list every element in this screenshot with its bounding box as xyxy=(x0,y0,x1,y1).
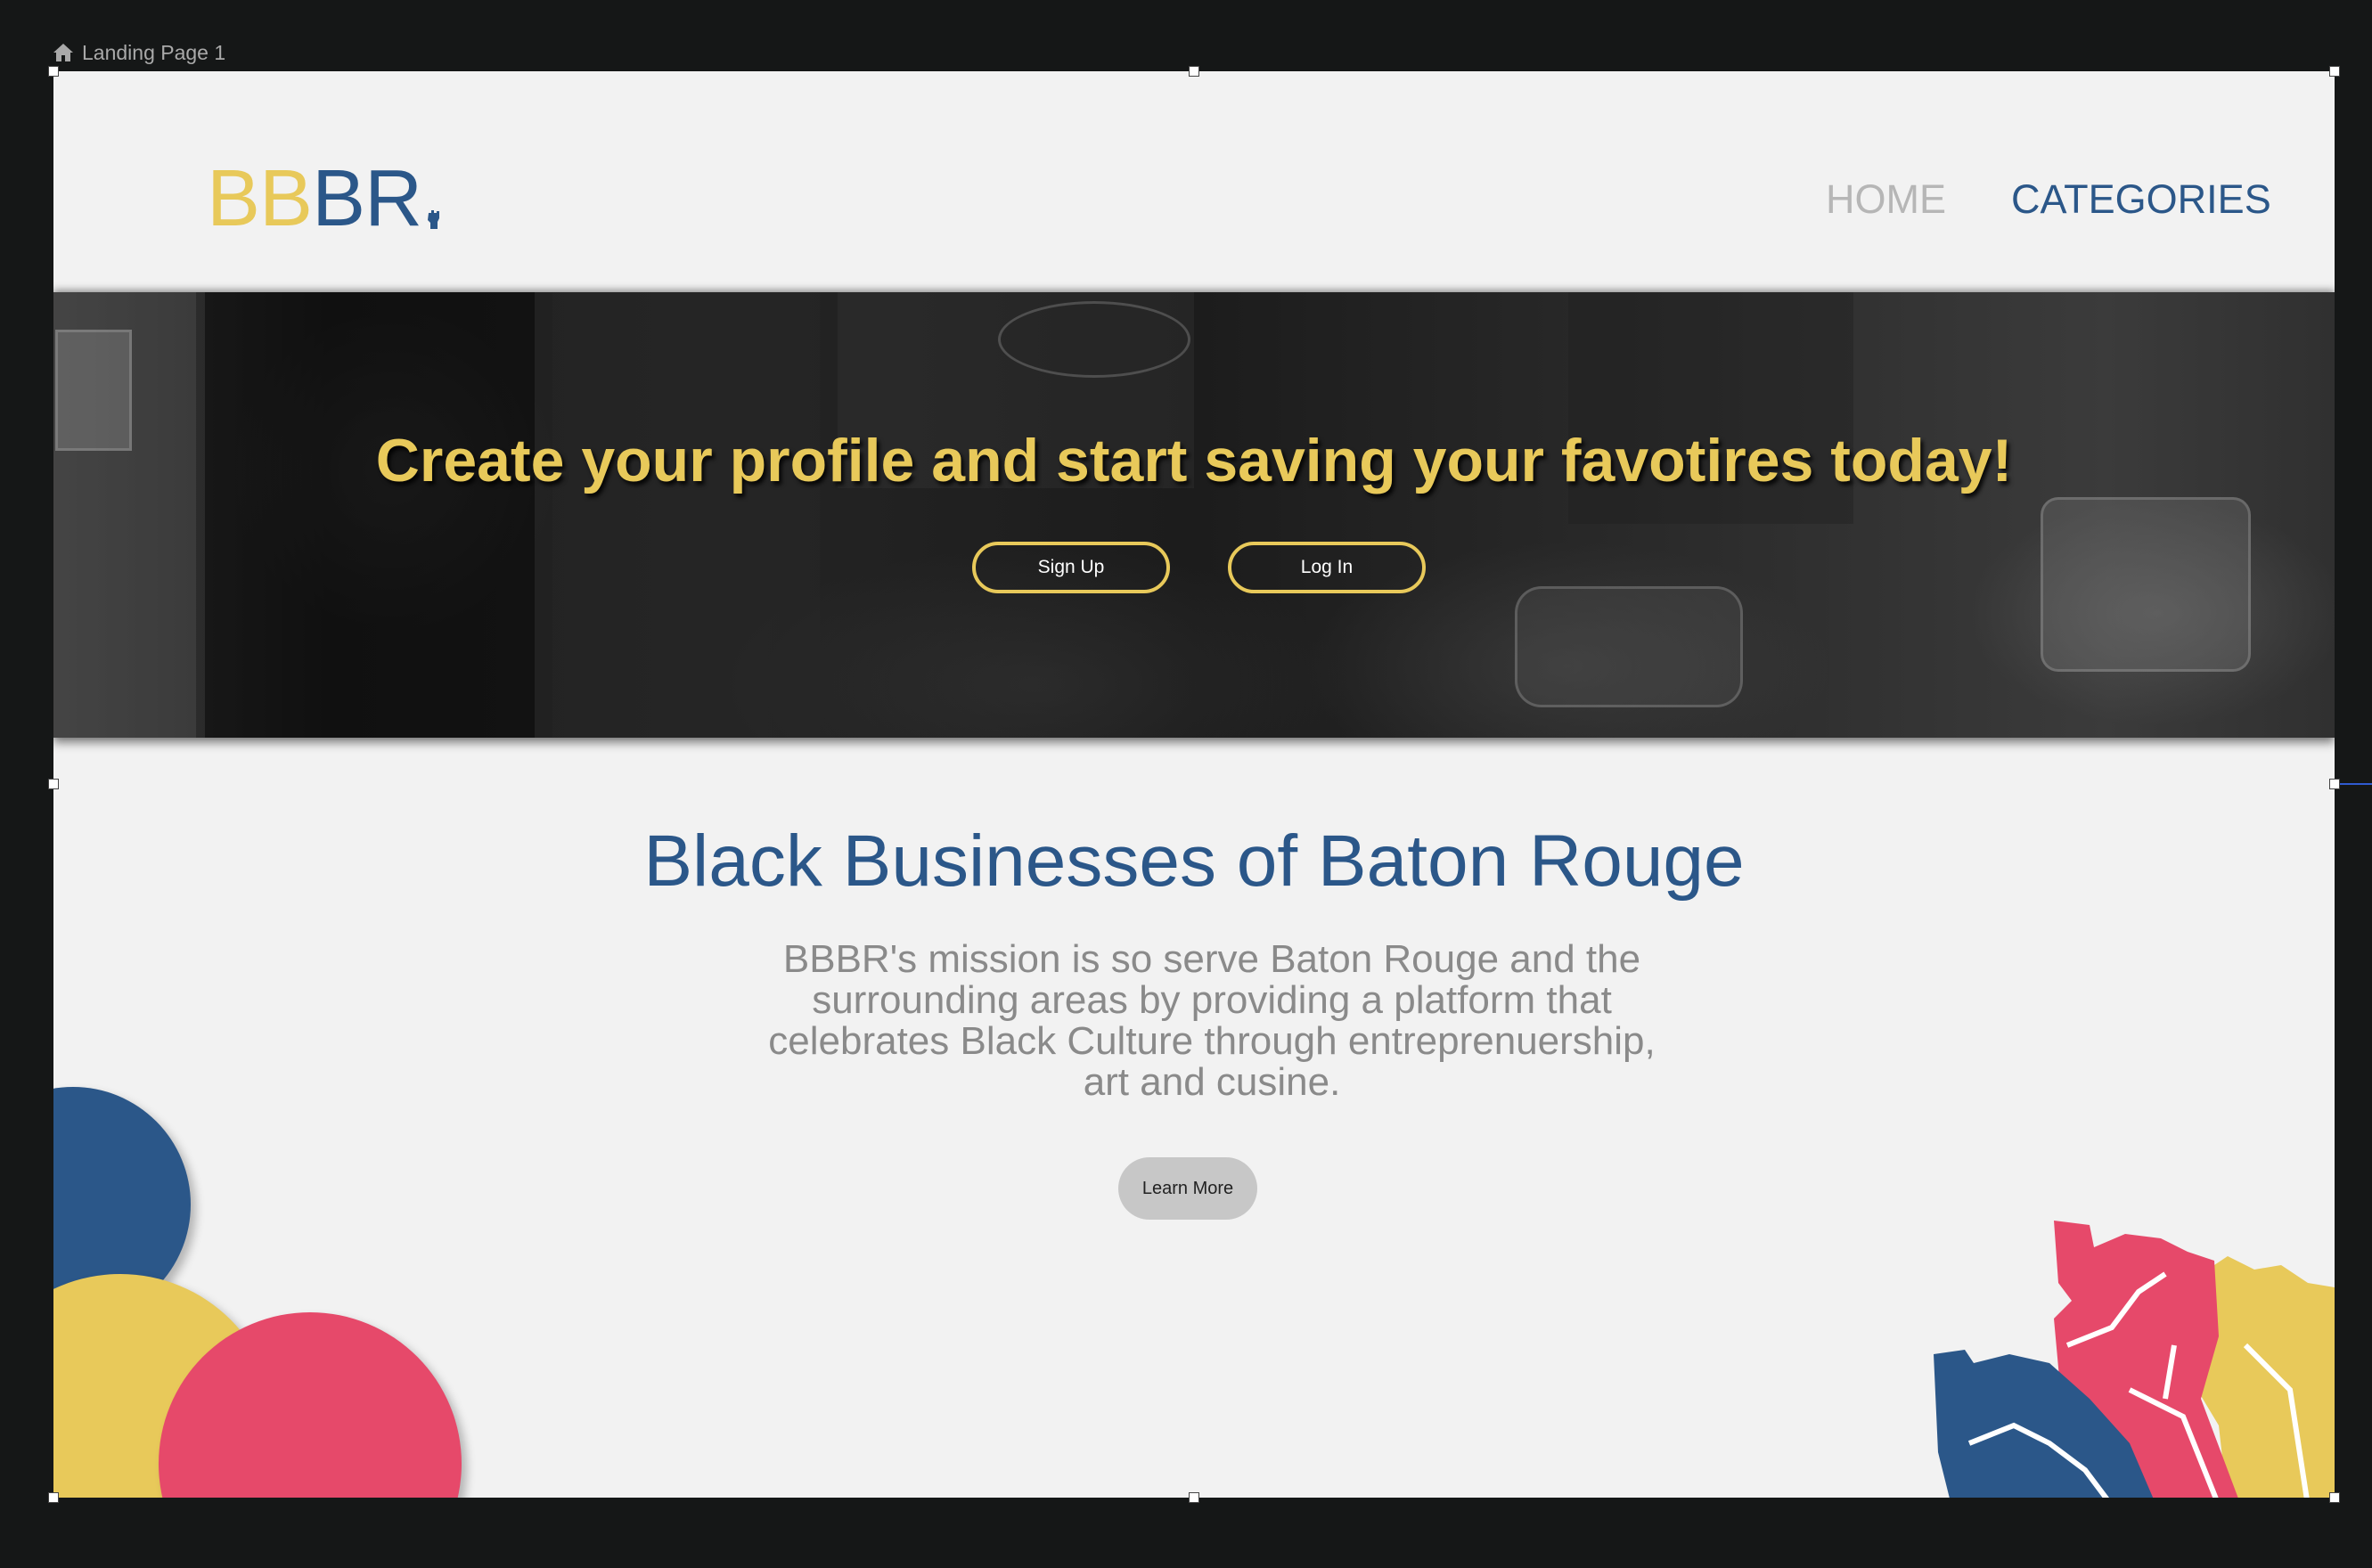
artboard-name: Landing Page 1 xyxy=(82,40,226,64)
hero-headline: Create your profile and start saving you… xyxy=(375,427,2013,494)
nav-home[interactable]: HOME xyxy=(1826,176,1946,223)
resize-handle-bottom-left[interactable] xyxy=(48,1492,59,1503)
resize-handle-top-right[interactable] xyxy=(2329,66,2340,77)
nav-categories[interactable]: CATEGORIES xyxy=(2011,176,2271,223)
background-car xyxy=(1515,586,1743,707)
logo-text-yellow: BB xyxy=(207,154,313,243)
background-car xyxy=(2041,497,2251,672)
resize-handle-left[interactable] xyxy=(48,779,59,789)
sign-up-button[interactable]: Sign Up xyxy=(972,542,1170,593)
learn-more-button[interactable]: Learn More xyxy=(1118,1157,1257,1220)
mission-statement: BBBR's mission is so serve Baton Rouge a… xyxy=(768,937,1656,1104)
landing-page-artboard[interactable]: BB BR HOME CATEGORIES Create your profil… xyxy=(53,71,2335,1498)
background-building xyxy=(205,292,535,738)
artboard-label[interactable]: Landing Page 1 xyxy=(52,39,225,66)
site-logo[interactable]: BB BR xyxy=(207,153,443,243)
resize-handle-top[interactable] xyxy=(1189,66,1199,77)
resize-handle-right[interactable] xyxy=(2329,779,2340,789)
resize-handle-top-left[interactable] xyxy=(48,66,59,77)
page-title: Black Businesses of Baton Rouge xyxy=(643,821,1745,902)
raised-fist-icon xyxy=(428,210,440,229)
home-icon xyxy=(53,44,73,61)
resize-handle-bottom-right[interactable] xyxy=(2329,1492,2340,1503)
hero-banner: Create your profile and start saving you… xyxy=(53,292,2335,738)
raised-fists-illustration xyxy=(1934,1221,2335,1498)
selection-guide-line xyxy=(2335,783,2372,785)
log-in-button[interactable]: Log In xyxy=(1228,542,1426,593)
resize-handle-bottom[interactable] xyxy=(1189,1492,1199,1503)
background-sign xyxy=(998,301,1190,378)
background-building xyxy=(552,292,820,738)
logo-text-blue: BR xyxy=(312,154,422,243)
